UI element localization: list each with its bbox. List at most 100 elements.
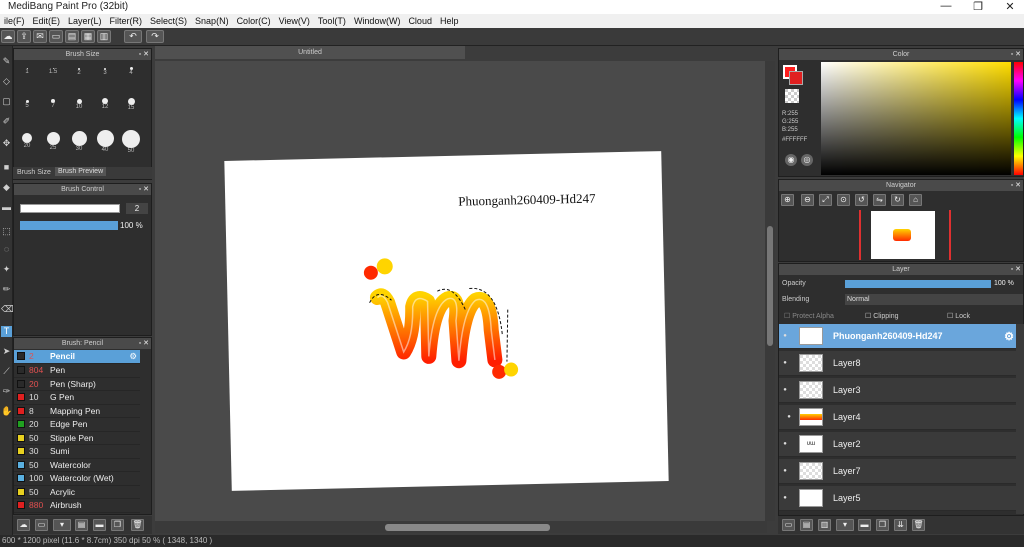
rotate-right-icon[interactable]: ↻ bbox=[891, 194, 904, 206]
brush-item[interactable]: 100 Watercolor (Wet) bbox=[14, 472, 140, 486]
visibility-icon[interactable]: ● bbox=[779, 333, 791, 339]
document-icon[interactable]: ▤ bbox=[65, 30, 79, 43]
close-panel-icon[interactable]: ▫ ✕ bbox=[1011, 180, 1021, 191]
cloud-icon[interactable]: ☁ bbox=[1, 30, 15, 43]
move-tool-icon[interactable]: ✥ bbox=[1, 138, 12, 149]
layer-row[interactable]: ● Layer8 bbox=[779, 351, 1016, 376]
menu-cloud[interactable]: Cloud bbox=[404, 16, 436, 26]
visibility-icon[interactable]: ● bbox=[779, 441, 791, 447]
hand-tool-icon[interactable]: ✋ bbox=[1, 406, 12, 417]
size-cell[interactable]: 12 bbox=[92, 93, 118, 113]
magic-wand-icon[interactable]: ✦ bbox=[1, 264, 12, 275]
size-cell[interactable]: 4 bbox=[118, 60, 144, 80]
brush-item[interactable]: 20 Edge Pen bbox=[14, 418, 140, 432]
close-panel-icon[interactable]: ▫ ✕ bbox=[1011, 49, 1021, 60]
zoom-in-icon[interactable]: ⊕ bbox=[781, 194, 794, 206]
brush-size-value[interactable]: 2 bbox=[126, 203, 148, 214]
lasso-tool-icon[interactable]: ◌ bbox=[1, 244, 12, 255]
redo-icon[interactable]: ↷ bbox=[146, 30, 164, 43]
tab-untitled[interactable]: Untitled bbox=[155, 46, 465, 59]
horizontal-scrollbar[interactable] bbox=[155, 521, 767, 533]
brush-item[interactable]: 50 Stipple Pen bbox=[14, 432, 140, 445]
new-halftone-layer-icon[interactable]: ▤ bbox=[800, 519, 813, 531]
pen-tool-icon[interactable]: ✐ bbox=[1, 116, 12, 127]
select-pen-icon[interactable]: ✏ bbox=[1, 284, 12, 295]
duplicate-layer-icon[interactable]: ❐ bbox=[876, 519, 889, 531]
palette-icon[interactable]: ◉ bbox=[785, 154, 797, 166]
gradient-tool-icon[interactable]: ▬ bbox=[1, 202, 12, 213]
folder-icon[interactable]: ▬ bbox=[858, 519, 871, 531]
rotate-left-icon[interactable]: ↺ bbox=[855, 194, 868, 206]
menu-edit[interactable]: Edit(E) bbox=[29, 16, 65, 26]
size-cell[interactable]: 30 bbox=[66, 130, 92, 152]
eyedropper-icon[interactable]: ✑ bbox=[1, 386, 12, 397]
brush-item[interactable]: 2 Pencil ⚙ bbox=[14, 350, 140, 364]
size-cell[interactable]: 1 bbox=[14, 60, 40, 80]
panel-icon[interactable]: ▥ bbox=[97, 30, 111, 43]
layer-row[interactable]: ● Layer4 bbox=[779, 405, 1016, 430]
new-8bit-layer-icon[interactable]: ▥ bbox=[818, 519, 831, 531]
transparent-swatch[interactable] bbox=[785, 89, 799, 103]
layer-scrollbar[interactable] bbox=[1016, 324, 1024, 514]
size-cell[interactable]: 10 bbox=[66, 93, 92, 113]
brush-item[interactable]: 30 Sumi bbox=[14, 445, 140, 459]
comment-icon[interactable]: ✉ bbox=[33, 30, 47, 43]
select-eraser-icon[interactable]: ⌫ bbox=[1, 304, 14, 315]
blending-select[interactable]: Normal bbox=[845, 294, 1023, 305]
brush-item[interactable]: 10 G Pen bbox=[14, 391, 140, 405]
visibility-icon[interactable]: ● bbox=[779, 495, 791, 501]
divide-tool-icon[interactable]: ⟋ bbox=[1, 366, 12, 377]
menu-window[interactable]: Window(W) bbox=[350, 16, 405, 26]
page-icon[interactable]: ▭ bbox=[49, 30, 63, 43]
undo-icon[interactable]: ↶ bbox=[124, 30, 142, 43]
fill-rect-icon[interactable]: ■ bbox=[1, 162, 12, 173]
actual-size-icon[interactable]: ⊙ bbox=[837, 194, 850, 206]
vertical-scrollbar[interactable] bbox=[765, 61, 775, 521]
menu-help[interactable]: Help bbox=[436, 16, 463, 26]
reset-icon[interactable]: ⌂ bbox=[909, 194, 922, 206]
size-cell[interactable]: 20 bbox=[14, 130, 40, 150]
visibility-icon[interactable]: ● bbox=[779, 468, 791, 474]
layer-row[interactable]: ● Layer3 bbox=[779, 378, 1016, 403]
copy-brush-icon[interactable]: ▤ bbox=[75, 519, 88, 531]
close-panel-icon[interactable]: ▫ ✕ bbox=[139, 338, 149, 349]
grid-icon[interactable]: ▦ bbox=[81, 30, 95, 43]
duplicate-icon[interactable]: ❐ bbox=[111, 519, 124, 531]
gear-icon[interactable]: ⚙ bbox=[129, 351, 137, 362]
menu-file[interactable]: ile(F) bbox=[0, 16, 29, 26]
layer-row[interactable]: ● Layer7 bbox=[779, 459, 1016, 484]
size-cell[interactable]: 2 bbox=[66, 60, 92, 80]
menu-layer[interactable]: Layer(L) bbox=[64, 16, 106, 26]
operation-tool-icon[interactable]: ➤ bbox=[1, 346, 12, 357]
upload-icon[interactable]: ⇪ bbox=[17, 30, 31, 43]
eraser-tool-icon[interactable]: ◇ bbox=[1, 76, 12, 87]
menu-view[interactable]: View(V) bbox=[275, 16, 314, 26]
fit-icon[interactable]: ⤢ bbox=[819, 194, 832, 206]
color-saturation-picker[interactable] bbox=[821, 62, 1011, 175]
new-layer-icon[interactable]: ▭ bbox=[782, 519, 795, 531]
select-rect-icon[interactable]: ⬚ bbox=[1, 226, 12, 237]
add-layer-menu-icon[interactable]: ▾ bbox=[836, 519, 854, 531]
add-brush-icon[interactable]: ▾ bbox=[53, 519, 71, 531]
brush-size-slider[interactable] bbox=[20, 204, 120, 213]
brush-item[interactable]: 804 Pen bbox=[14, 364, 140, 378]
folder-icon[interactable]: ▬ bbox=[93, 519, 106, 531]
tab-brush-preview[interactable]: Brush Preview bbox=[55, 167, 107, 176]
minimize-button[interactable]: — bbox=[934, 0, 958, 12]
protect-alpha-checkbox[interactable]: ☐ bbox=[784, 313, 792, 320]
color-wheel-icon[interactable]: ◎ bbox=[801, 154, 813, 166]
flip-icon[interactable]: ⇋ bbox=[873, 194, 886, 206]
size-cell[interactable]: 5 bbox=[14, 93, 40, 113]
size-cell[interactable]: 7 bbox=[40, 93, 66, 113]
rectangle-tool-icon[interactable]: ▢ bbox=[1, 96, 12, 107]
trash-icon[interactable]: 🗑 bbox=[131, 519, 144, 531]
brush-tool-icon[interactable]: ✎ bbox=[1, 56, 12, 67]
scroll-thumb[interactable] bbox=[385, 524, 550, 531]
size-cell[interactable]: 25 bbox=[40, 130, 66, 151]
gear-icon[interactable]: ⚙ bbox=[1004, 330, 1014, 343]
cloud-brush-icon[interactable]: ☁ bbox=[17, 519, 30, 531]
brush-item[interactable]: 880 Airbrush bbox=[14, 499, 140, 513]
scroll-thumb[interactable] bbox=[767, 226, 773, 346]
size-cell[interactable]: 1.5 bbox=[40, 60, 66, 80]
menu-snap[interactable]: Snap(N) bbox=[191, 16, 233, 26]
